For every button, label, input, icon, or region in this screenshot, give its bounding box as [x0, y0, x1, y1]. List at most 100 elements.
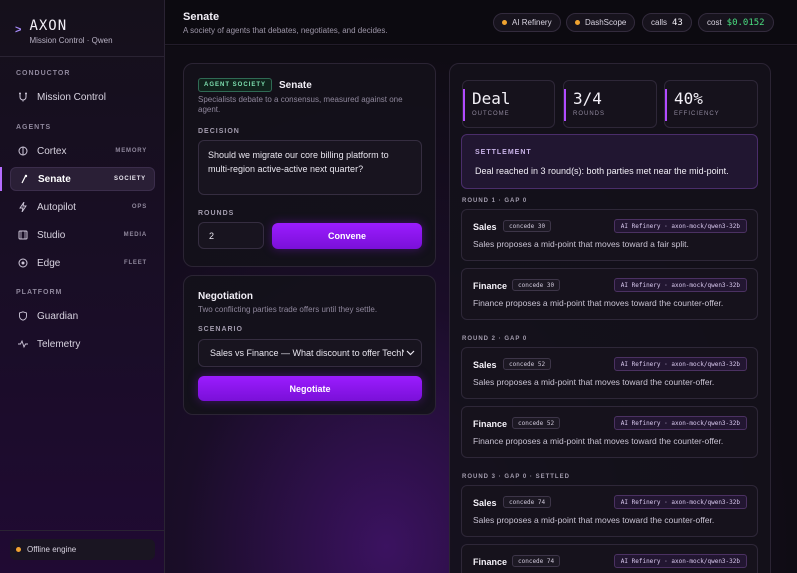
- cost-counter: cost $0.0152: [698, 13, 774, 32]
- cost-value: $0.0152: [726, 17, 765, 28]
- sidebar-item-label: Telemetry: [37, 338, 81, 350]
- engine-status: Offline engine: [10, 539, 155, 560]
- model-tag: AI Refinery · axon-mock/qwen3-32b: [613, 219, 747, 233]
- sidebar-item-tag: FLEET: [124, 260, 147, 266]
- negotiation-description: Two conflicting parties trade offers unt…: [198, 305, 378, 314]
- message-speaker: Finance: [473, 557, 508, 567]
- gavel-icon: [19, 174, 29, 184]
- brain-icon: [18, 146, 28, 156]
- branch-icon: [18, 92, 28, 102]
- agent-society-card: AGENT SOCIETY Senate Specialists debate …: [183, 63, 436, 267]
- scenario-label: SCENARIO: [198, 326, 243, 333]
- convene-button[interactable]: Convene: [272, 223, 422, 249]
- engine-status-label: Offline engine: [27, 545, 77, 554]
- sidebar-item-tag: MEDIA: [123, 232, 147, 238]
- round-label: ROUND 2 · GAP 0: [462, 336, 528, 342]
- model-tag: AI Refinery · axon-mock/qwen3-32b: [613, 495, 747, 509]
- brand-title: AXON: [29, 18, 68, 34]
- sidebar-item-label: Senate: [38, 173, 71, 185]
- settlement-box: SETTLEMENT Deal reached in 3 round(s): b…: [461, 134, 758, 189]
- society-title: Senate: [279, 79, 312, 91]
- shield-icon: [18, 311, 28, 321]
- divider: [0, 56, 164, 57]
- settlement-label: SETTLEMENT: [475, 149, 532, 156]
- scenario-value: Sales vs Finance — What discount to offe…: [210, 348, 404, 358]
- bolt-icon: [18, 202, 28, 212]
- sidebar-item-telemetry[interactable]: Telemetry: [10, 332, 155, 356]
- agent-society-badge: AGENT SOCIETY: [198, 78, 273, 92]
- sidebar-item-autopilot[interactable]: Autopilot OPS: [10, 195, 155, 219]
- sidebar-item-senate[interactable]: Senate SOCIETY: [10, 167, 155, 191]
- sidebar-item-studio[interactable]: Studio MEDIA: [10, 223, 155, 247]
- message-card: Sales concede 74 AI Refinery · axon-mock…: [461, 485, 758, 537]
- concede-tag: concede 30: [503, 220, 552, 232]
- message-card: Finance concede 30 AI Refinery · axon-mo…: [461, 268, 758, 320]
- scenario-select[interactable]: Sales vs Finance — What discount to offe…: [198, 339, 422, 367]
- message-body: Sales proposes a mid-point that moves to…: [473, 377, 715, 387]
- concede-tag: concede 52: [503, 358, 552, 370]
- message-speaker: Finance: [473, 281, 508, 291]
- rounds-input[interactable]: 2: [198, 222, 264, 249]
- stat-label: OUTCOME: [472, 111, 510, 117]
- round-label: ROUND 1 · GAP 0: [462, 198, 528, 204]
- sidebar-item-cortex[interactable]: Cortex MEMORY: [10, 139, 155, 163]
- sidebar-item-guardian[interactable]: Guardian: [10, 304, 155, 328]
- stat-value: 40%: [674, 89, 703, 108]
- stat-accent-bar: [564, 89, 566, 121]
- brand: > AXON Mission Control · Qwen: [15, 18, 113, 45]
- sidebar-item-mission-control[interactable]: Mission Control: [10, 85, 155, 109]
- message-card: Finance concede 52 AI Refinery · axon-mo…: [461, 406, 758, 458]
- divider: [0, 530, 164, 531]
- model-tag: AI Refinery · axon-mock/qwen3-32b: [613, 416, 747, 430]
- decision-label: DECISION: [198, 128, 240, 135]
- provider-badge-dashscope[interactable]: DashScope: [566, 13, 636, 32]
- message-speaker: Sales: [473, 498, 497, 508]
- edge-icon: [18, 258, 28, 268]
- sidebar-item-label: Autopilot: [37, 201, 76, 213]
- message-card: Sales concede 30 AI Refinery · axon-mock…: [461, 209, 758, 261]
- model-tag: AI Refinery · axon-mock/qwen3-32b: [613, 278, 747, 292]
- brand-subtitle: Mission Control · Qwen: [29, 36, 113, 45]
- message-body: Finance proposes a mid-point that moves …: [473, 298, 724, 308]
- rounds-label: ROUNDS: [198, 210, 235, 217]
- sidebar-item-edge[interactable]: Edge FLEET: [10, 251, 155, 275]
- round-label: ROUND 3 · GAP 0 · SETTLED: [462, 474, 570, 480]
- provider-label: AI Refinery: [512, 18, 552, 27]
- negotiate-button[interactable]: Negotiate: [198, 376, 422, 401]
- concede-tag: concede 74: [503, 496, 552, 508]
- sidebar-item-label: Mission Control: [37, 91, 106, 103]
- model-tag: AI Refinery · axon-mock/qwen3-32b: [613, 554, 747, 568]
- stat-label: EFFICIENCY: [674, 111, 720, 117]
- sidebar-item-label: Edge: [37, 257, 61, 269]
- status-dot-icon: [502, 20, 507, 25]
- message-speaker: Sales: [473, 222, 497, 232]
- negotiation-card: Negotiation Two conflicting parties trad…: [183, 275, 436, 415]
- message-speaker: Finance: [473, 419, 508, 429]
- axon-logo-icon: >: [15, 24, 22, 36]
- provider-badge-ai-refinery[interactable]: AI Refinery: [493, 13, 561, 32]
- sidebar-item-tag: OPS: [131, 204, 147, 210]
- stat-accent-bar: [665, 89, 667, 121]
- message-card: Sales concede 52 AI Refinery · axon-mock…: [461, 347, 758, 399]
- sidebar: > AXON Mission Control · Qwen CONDUCTOR …: [0, 0, 165, 573]
- stat-efficiency: 40% EFFICIENCY: [664, 80, 758, 128]
- sidebar-item-tag: SOCIETY: [114, 176, 146, 182]
- section-label-agents: AGENTS: [16, 124, 52, 131]
- decision-textarea[interactable]: Should we migrate our core billing platf…: [198, 140, 422, 195]
- status-dot-icon: [575, 20, 580, 25]
- stat-outcome: Deal OUTCOME: [462, 80, 555, 128]
- message-body: Finance proposes a mid-point that moves …: [473, 436, 724, 446]
- status-dot-icon: [16, 547, 21, 552]
- calls-counter: calls 43: [642, 13, 692, 32]
- concede-tag: concede 74: [512, 555, 561, 567]
- section-label-conductor: CONDUCTOR: [16, 70, 71, 77]
- message-speaker: Sales: [473, 360, 497, 370]
- active-indicator: [0, 167, 2, 191]
- concede-tag: concede 30: [512, 279, 561, 291]
- film-icon: [18, 230, 28, 240]
- pulse-icon: [18, 339, 28, 349]
- sidebar-item-label: Studio: [37, 229, 66, 241]
- chevron-down-icon: [406, 348, 415, 359]
- sidebar-item-label: Guardian: [37, 310, 79, 322]
- sidebar-item-label: Cortex: [37, 145, 67, 157]
